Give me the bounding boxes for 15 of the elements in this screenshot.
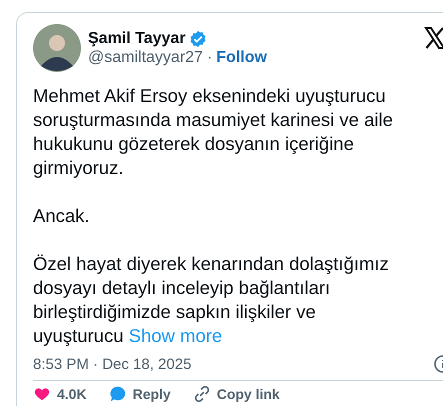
x-logo-icon[interactable]	[423, 26, 443, 50]
tweet-text: Mehmet Akif Ersoy eksenindeki uyuşturucu soruşturmasında masumiyet karinesi ve aile hukukunu gözeterek dosyanın içeriğine girmiyoruz.	[33, 84, 394, 180]
author-name[interactable]: Şamil Tayyar	[88, 30, 186, 48]
reply-action[interactable]: Reply	[108, 385, 171, 403]
avatar-icon[interactable]	[33, 24, 81, 72]
tweet-text: Özel hayat diyerek kenarından dolaştığımız dosyayı detaylı inceleyip bağlantıları birleştirdiğimizde sapkın ilişkiler ve uyuşturucu Show more	[33, 252, 390, 348]
link-icon	[192, 385, 211, 403]
speech-bubble-icon	[108, 385, 127, 403]
tweet-text: Ancak.	[33, 204, 91, 228]
like-action[interactable]: 4.0K	[33, 385, 87, 403]
timestamp[interactable]: 8:53 PM · Dec 18, 2025	[33, 356, 192, 372]
author-handle: @samiltayyar27	[88, 48, 203, 66]
follow-link[interactable]: Follow	[216, 48, 267, 66]
link-action[interactable]: Copy link	[192, 385, 280, 403]
separator-dot: ·	[206, 48, 212, 66]
